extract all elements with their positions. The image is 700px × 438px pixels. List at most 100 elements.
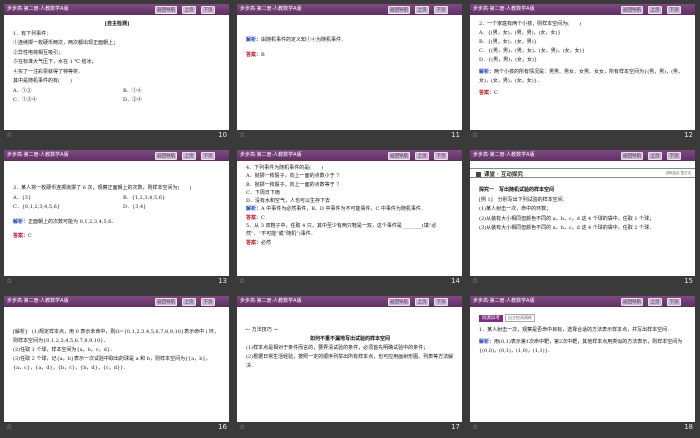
text-line: D．{(男，男)，(女，女)}: [479, 57, 538, 63]
text-line: ④买了一注彩票就得了特等奖．: [13, 68, 84, 75]
star-icon[interactable]: ☆: [6, 131, 12, 139]
analysis-line: 解析：两个小孩的所有情况是：男男、男女、女男、女女，所有样本空间为{(男，男)，…: [479, 68, 687, 86]
next-page-button[interactable]: 下页: [201, 151, 215, 160]
prev-page-button[interactable]: 上页: [648, 297, 662, 306]
text-line: 探究一 写出随机试验的样本空间: [479, 187, 555, 193]
slide-thumbnail[interactable]: 步步高·第二册·人教数学A版 返回导航 上页 下页 同源异考 自主检测演练 1．某…: [466, 292, 699, 438]
slide-canvas: 步步高·第二册·人教数学A版 返回导航 上页 下页 同源异考 自主检测演练 1．某…: [470, 296, 695, 422]
option-c: C．{0,1,2,3,4,5,6}: [13, 204, 60, 210]
back-nav-button[interactable]: 返回导航: [388, 151, 410, 160]
back-nav-button[interactable]: 返回导航: [621, 5, 643, 14]
text-line: [解析] (1)规定样本点，用 0 表示未命中，则Ω={0,1,2,3,4,5,…: [13, 329, 219, 344]
slide-body: 探究一 写出随机试验的样本空间 [例 1] 分别写出下列试验的样本空间． (1)…: [479, 186, 687, 234]
answer-text: C: [28, 233, 32, 239]
section-title: [自主检测]: [104, 21, 130, 27]
next-page-button[interactable]: 下页: [201, 5, 215, 14]
question-5: 5．从 3 双鞋子中，任取 4 只，其中至少有两只鞋是一双，这个事件是_____…: [246, 223, 437, 238]
prev-page-button[interactable]: 上页: [182, 151, 196, 160]
star-icon[interactable]: ☆: [6, 277, 12, 285]
header-title: 步步高·第二册·人教数学A版: [240, 298, 302, 304]
prev-page-button[interactable]: 上页: [182, 5, 196, 14]
analysis-text: 由随机事件的定义知①④为随机事件．: [261, 37, 347, 43]
back-nav-button[interactable]: 返回导航: [388, 297, 410, 306]
back-nav-button[interactable]: 返回导航: [388, 5, 410, 14]
text-line: 3．某人将一枚硬币连掷抛掷了 6 次，观察正面朝上的次数，则样本空间为( ): [13, 185, 192, 191]
answer-line: 答案：C: [13, 232, 221, 242]
header-title: 步步高·第二册·人教数学A版: [473, 6, 535, 12]
text-line: (2)根据日常生活经验，按照一定的顺序列举出所有样本点，也可应用画树形图、列表等…: [246, 354, 454, 369]
slide-thumbnail[interactable]: 步步高·第二册·人教数学A版 返回导航 上页 下页 [自主检测] 1．有下列事件…: [0, 0, 233, 146]
header-title: 步步高·第二册·人教数学A版: [7, 152, 69, 158]
slide-canvas: 步步高·第二册·人教数学A版 返回导航 上页 下页 ← 方法技巧 → 如何不重不…: [237, 296, 462, 422]
header-title: 步步高·第二册·人教数学A版: [473, 152, 535, 158]
method-label-line: ← 方法技巧 →: [246, 327, 278, 333]
section-banner: 课堂 · 互动探究 讲练结合 悟方法: [470, 168, 695, 178]
back-nav-button[interactable]: 返回导航: [155, 5, 177, 14]
next-page-button[interactable]: 下页: [434, 5, 448, 14]
next-page-button[interactable]: 下页: [434, 297, 448, 306]
next-page-button[interactable]: 下页: [667, 151, 681, 160]
text-line: B．{(男，女)，(女，男)}: [479, 39, 537, 45]
slide-canvas: 步步高·第二册·人教数学A版 返回导航 上页 下页 4．下列事件为随机事件的是(…: [237, 150, 462, 276]
star-icon[interactable]: ☆: [239, 423, 245, 431]
slide-body: 解析：由随机事件的定义知①④为随机事件． 答案：B: [246, 36, 454, 60]
prev-page-button[interactable]: 上页: [648, 5, 662, 14]
next-page-button[interactable]: 下页: [667, 297, 681, 306]
next-page-button[interactable]: 下页: [201, 297, 215, 306]
slide-thumbnail[interactable]: 步步高·第二册·人教数学A版 返回导航 上页 下页 3．某人将一枚硬币连掷抛掷了…: [0, 146, 233, 292]
star-icon[interactable]: ☆: [239, 277, 245, 285]
text-line: (1)某人射击一次，命中的环数；: [479, 206, 552, 212]
slide-footer: ☆ 17: [237, 422, 462, 434]
page-number: 11: [451, 131, 460, 139]
slide-thumbnail[interactable]: 步步高·第二册·人教数学A版 返回导航 上页 下页 ← 方法技巧 → 如何不重不…: [233, 292, 466, 438]
slide-footer: ☆ 18: [470, 422, 695, 434]
option-a: A．{3}: [13, 194, 32, 201]
header-title: 步步高·第二册·人教数学A版: [473, 298, 535, 304]
star-icon[interactable]: ☆: [472, 423, 478, 431]
prev-page-button[interactable]: 上页: [182, 297, 196, 306]
option-a: A．①②: [13, 87, 32, 94]
answer-line: 答案：C: [246, 214, 454, 222]
answer-line: 答案：B: [246, 51, 454, 61]
text-line: (2)任取 1 个球，样本空间为{a，b，c，d}．: [13, 347, 115, 353]
slide-footer: ☆ 15: [470, 276, 695, 288]
answer-label: 答案：: [246, 239, 262, 246]
back-nav-button[interactable]: 返回导航: [155, 151, 177, 160]
back-nav-button[interactable]: 返回导航: [621, 297, 643, 306]
star-icon[interactable]: ☆: [472, 277, 478, 285]
back-nav-button[interactable]: 返回导航: [621, 151, 643, 160]
answer-line: 答案：必然: [246, 239, 454, 247]
slide-thumbnail[interactable]: 步步高·第二册·人教数学A版 返回导航 上页 下页 4．下列事件为随机事件的是(…: [233, 146, 466, 292]
prev-page-button[interactable]: 上页: [415, 5, 429, 14]
text-line: C．下周日下雨: [246, 189, 280, 196]
header-title: 步步高·第二册·人教数学A版: [240, 6, 302, 12]
star-icon[interactable]: ☆: [239, 131, 245, 139]
next-page-button[interactable]: 下页: [434, 151, 448, 160]
answer-label: 答案：: [479, 90, 495, 96]
slide-thumbnail[interactable]: 步步高·第二册·人教数学A版 返回导航 上页 下页 2．一个家庭有两个小孩，则样…: [466, 0, 699, 146]
slide-canvas: 步步高·第二册·人教数学A版 返回导航 上页 下页 [自主检测] 1．有下列事件…: [4, 4, 229, 130]
slide-canvas: 步步高·第二册·人教数学A版 返回导航 上页 下页 课堂 · 互动探究 讲练结合…: [470, 150, 695, 276]
slide-thumbnail[interactable]: 步步高·第二册·人教数学A版 返回导航 上页 下页 [解析] (1)规定样本点，…: [0, 292, 233, 438]
text-line: C．{(男，男)，(男，女)，(女，男)，(女，女)}: [479, 48, 585, 54]
star-icon[interactable]: ☆: [472, 131, 478, 139]
prev-page-button[interactable]: 上页: [648, 151, 662, 160]
text-line: D．没有水和空气，人也可以生存下去: [246, 198, 331, 205]
slide-footer: ☆ 11: [237, 130, 462, 142]
option-c: C．①③④: [13, 97, 37, 103]
page-number: 18: [684, 423, 693, 431]
section-tag-sub: 自主检测演练: [505, 314, 535, 322]
banner-title: 课堂 · 互动探究: [484, 172, 523, 178]
prev-page-button[interactable]: 上页: [415, 151, 429, 160]
page-number: 14: [451, 277, 460, 285]
slide-thumbnail[interactable]: 步步高·第二册·人教数学A版 返回导航 上页 下页 课堂 · 互动探究 讲练结合…: [466, 146, 699, 292]
analysis-line: 解析：用(0,1)表示第1次命中靶，第2次中靶，其他样本点用类似的方法表示，则样…: [479, 338, 687, 356]
back-nav-button[interactable]: 返回导航: [155, 297, 177, 306]
prev-page-button[interactable]: 上页: [415, 297, 429, 306]
next-page-button[interactable]: 下页: [667, 5, 681, 14]
star-icon[interactable]: ☆: [6, 423, 12, 431]
slide-thumbnail[interactable]: 步步高·第二册·人教数学A版 返回导航 上页 下页 解析：由随机事件的定义知①④…: [233, 0, 466, 146]
slide-header: 步步高·第二册·人教数学A版 返回导航 上页 下页: [237, 150, 462, 161]
text-line: 2．一个家庭有两个小孩，则样本空间为( ): [479, 21, 582, 27]
option-row: C．①③④ D．②④: [13, 96, 221, 106]
